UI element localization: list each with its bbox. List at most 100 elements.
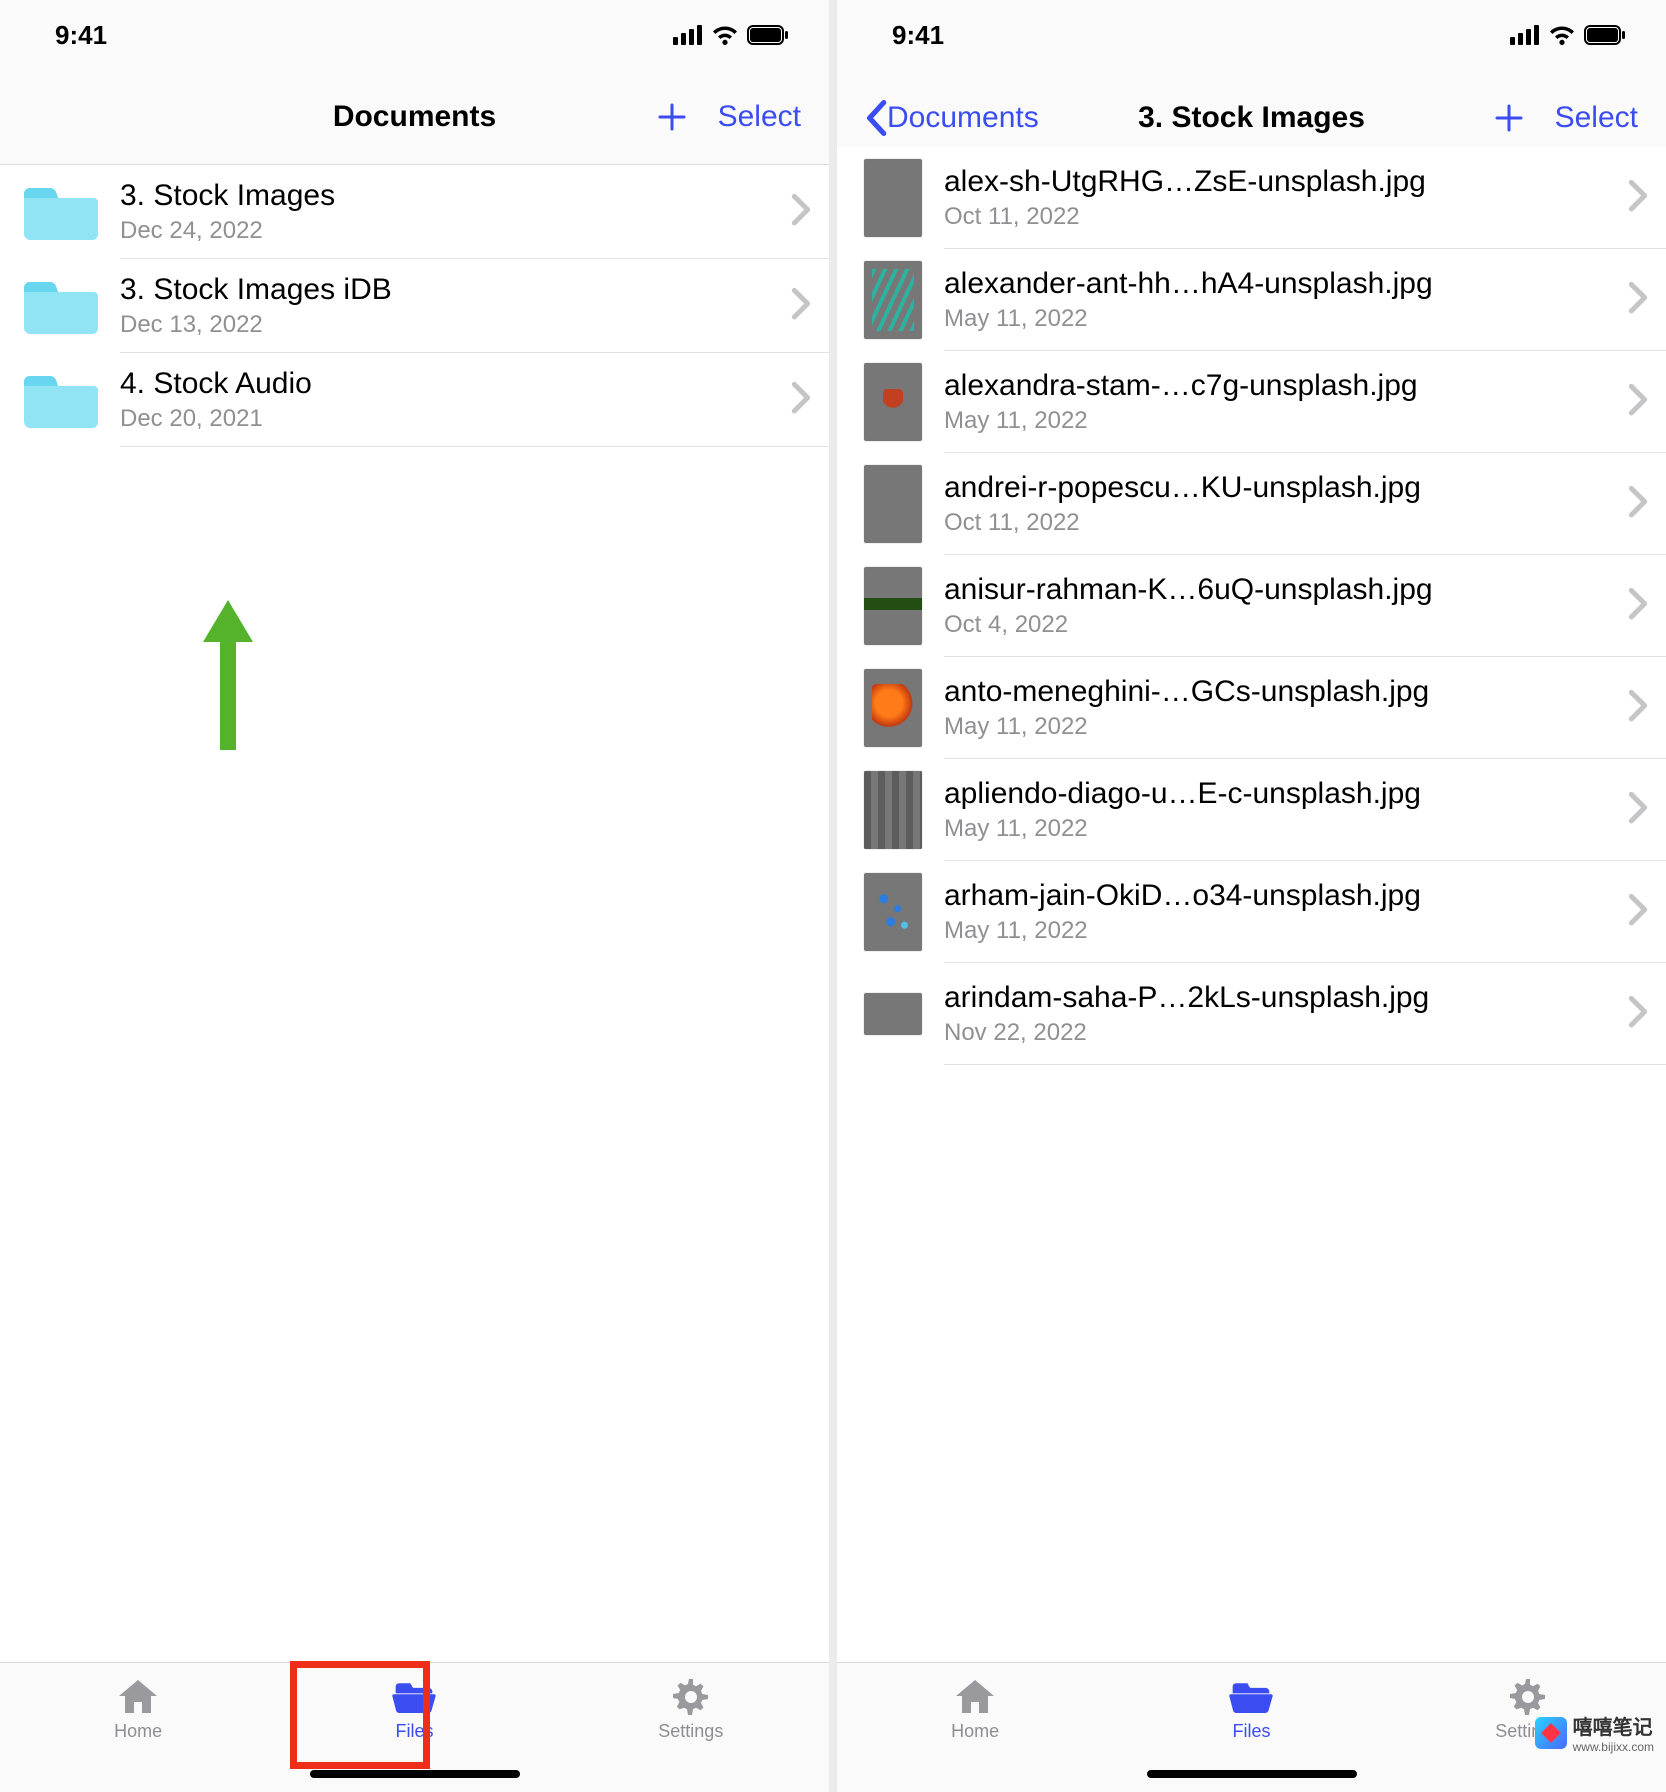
gear-icon — [669, 1677, 713, 1717]
home-indicator[interactable] — [310, 1770, 520, 1778]
wifi-icon — [1548, 25, 1576, 45]
chevron-right-icon — [1628, 485, 1648, 523]
file-row[interactable]: alexander-ant-hh…hA4-unsplash.jpg May 11… — [837, 249, 1666, 351]
add-button[interactable] — [656, 101, 688, 133]
file-row[interactable]: alexandra-stam-…c7g-unsplash.jpg May 11,… — [837, 351, 1666, 453]
folder-icon — [24, 372, 98, 428]
add-button[interactable] — [1493, 102, 1525, 134]
page-title: 3. Stock Images — [1085, 101, 1418, 135]
tab-bar: Home Files Settings — [0, 1662, 829, 1792]
file-thumbnail — [864, 567, 922, 645]
file-row[interactable]: anisur-rahman-K…6uQ-unsplash.jpg Oct 4, … — [837, 555, 1666, 657]
tab-bar: Home Files Settings 嘻嘻笔记 www.bijixx.com — [837, 1662, 1666, 1792]
file-name: apliendo-diago-u…E-c-unsplash.jpg — [944, 777, 1606, 811]
file-name: anisur-rahman-K…6uQ-unsplash.jpg — [944, 573, 1606, 607]
status-bar: 9:41 — [0, 0, 829, 70]
file-name: alex-sh-UtgRHG…ZsE-unsplash.jpg — [944, 165, 1606, 199]
tab-home[interactable]: Home — [885, 1677, 1065, 1742]
up-arrow-icon — [198, 600, 258, 750]
tab-label: Home — [951, 1721, 999, 1742]
right-device: 9:41 Documents 3. Stock Images S — [837, 0, 1666, 1792]
file-thumbnail — [864, 975, 922, 1053]
status-indicators — [1510, 25, 1626, 45]
file-name: arham-jain-OkiD…o34-unsplash.jpg — [944, 879, 1606, 913]
file-thumbnail — [864, 873, 922, 951]
chevron-left-icon — [865, 100, 887, 136]
folder-date: Dec 13, 2022 — [120, 311, 769, 339]
file-date: Oct 11, 2022 — [944, 509, 1606, 537]
tab-label: Home — [114, 1721, 162, 1742]
file-row[interactable]: anto-meneghini-…GCs-unsplash.jpg May 11,… — [837, 657, 1666, 759]
file-date: May 11, 2022 — [944, 713, 1606, 741]
folder-name: 3. Stock Images — [120, 179, 769, 213]
folder-open-icon — [1229, 1677, 1273, 1717]
file-thumbnail — [864, 363, 922, 441]
file-thumbnail — [864, 771, 922, 849]
home-indicator[interactable] — [1147, 1770, 1357, 1778]
file-name: andrei-r-popescu…KU-unsplash.jpg — [944, 471, 1606, 505]
folder-date: Dec 24, 2022 — [120, 217, 769, 245]
status-time: 9:41 — [892, 20, 944, 51]
file-date: May 11, 2022 — [944, 305, 1606, 333]
file-name: anto-meneghini-…GCs-unsplash.jpg — [944, 675, 1606, 709]
content-area: 3. Stock Images Dec 24, 2022 3. Stock Im… — [0, 165, 829, 1662]
battery-icon — [1584, 25, 1626, 45]
tab-home[interactable]: Home — [48, 1677, 228, 1742]
file-date: May 11, 2022 — [944, 917, 1606, 945]
back-button[interactable]: Documents — [865, 100, 1039, 136]
home-icon — [953, 1677, 997, 1717]
file-date: Oct 11, 2022 — [944, 203, 1606, 231]
chevron-right-icon — [1628, 587, 1648, 625]
back-label: Documents — [887, 101, 1039, 135]
left-device: 9:41 Documents Select — [0, 0, 829, 1792]
chevron-right-icon — [1628, 383, 1648, 421]
folder-name: 3. Stock Images iDB — [120, 273, 769, 307]
select-button[interactable]: Select — [718, 100, 801, 134]
content-area: alex-sh-UtgRHG…ZsE-unsplash.jpg Oct 11, … — [837, 147, 1666, 1662]
chevron-right-icon — [791, 193, 811, 231]
folder-row[interactable]: 3. Stock Images iDB Dec 13, 2022 — [0, 259, 829, 353]
page-title: Documents — [248, 100, 581, 134]
chevron-right-icon — [1628, 179, 1648, 217]
cellular-icon — [673, 25, 703, 45]
folder-icon — [24, 184, 98, 240]
file-row[interactable]: apliendo-diago-u…E-c-unsplash.jpg May 11… — [837, 759, 1666, 861]
file-row[interactable]: alex-sh-UtgRHG…ZsE-unsplash.jpg Oct 11, … — [837, 147, 1666, 249]
watermark-logo-icon — [1535, 1717, 1567, 1749]
select-button[interactable]: Select — [1555, 101, 1638, 135]
file-thumbnail — [864, 669, 922, 747]
nav-header: Documents Select — [0, 70, 829, 165]
file-date: Nov 22, 2022 — [944, 1019, 1606, 1047]
watermark-text: 嘻嘻笔记 — [1573, 1717, 1653, 1739]
file-row[interactable]: arham-jain-OkiD…o34-unsplash.jpg May 11,… — [837, 861, 1666, 963]
tab-files[interactable]: Files — [1161, 1677, 1341, 1742]
file-date: May 11, 2022 — [944, 815, 1606, 843]
folder-row[interactable]: 4. Stock Audio Dec 20, 2021 — [0, 353, 829, 447]
file-thumbnail — [864, 261, 922, 339]
tab-label: Settings — [658, 1721, 723, 1742]
tab-label: Files — [1232, 1721, 1270, 1742]
file-row[interactable]: arindam-saha-P…2kLs-unsplash.jpg Nov 22,… — [837, 963, 1666, 1065]
wifi-icon — [711, 25, 739, 45]
chevron-right-icon — [1628, 791, 1648, 829]
chevron-right-icon — [1628, 995, 1648, 1033]
file-name: alexander-ant-hh…hA4-unsplash.jpg — [944, 267, 1606, 301]
folder-icon — [24, 278, 98, 334]
file-row[interactable]: andrei-r-popescu…KU-unsplash.jpg Oct 11,… — [837, 453, 1666, 555]
folder-row[interactable]: 3. Stock Images Dec 24, 2022 — [0, 165, 829, 259]
chevron-right-icon — [1628, 689, 1648, 727]
file-thumbnail — [864, 465, 922, 543]
home-icon — [116, 1677, 160, 1717]
chevron-right-icon — [1628, 893, 1648, 931]
highlight-annotation — [290, 1661, 430, 1769]
chevron-right-icon — [1628, 281, 1648, 319]
file-date: May 11, 2022 — [944, 407, 1606, 435]
folder-date: Dec 20, 2021 — [120, 405, 769, 433]
file-thumbnail — [864, 159, 922, 237]
file-name: alexandra-stam-…c7g-unsplash.jpg — [944, 369, 1606, 403]
status-indicators — [673, 25, 789, 45]
file-name: arindam-saha-P…2kLs-unsplash.jpg — [944, 981, 1606, 1015]
watermark: 嘻嘻笔记 www.bijixx.com — [1535, 1711, 1654, 1754]
battery-icon — [747, 25, 789, 45]
tab-settings[interactable]: Settings — [601, 1677, 781, 1742]
